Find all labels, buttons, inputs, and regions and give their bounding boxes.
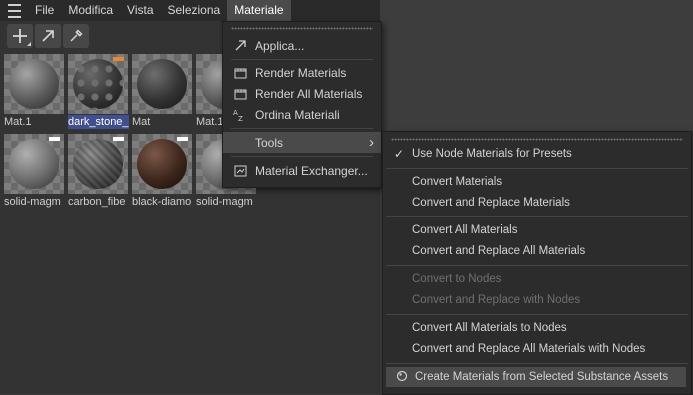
- menu-item-convert-replace-with-nodes: Convert and Replace with Nodes: [383, 290, 691, 310]
- menu-file[interactable]: File: [28, 0, 61, 21]
- material-toolbar: [7, 24, 89, 48]
- material-tile[interactable]: dark_stone_: [67, 53, 129, 131]
- material-status-flag: [113, 137, 124, 141]
- menu-seleziona[interactable]: Seleziona: [161, 0, 228, 21]
- menu-item-label: Convert and Replace All Materials: [412, 245, 586, 257]
- menu-materiale[interactable]: Materiale: [227, 0, 291, 21]
- material-thumbnail: [68, 54, 128, 114]
- material-label: dark_stone_: [68, 115, 129, 129]
- arrow-icon: [42, 30, 54, 42]
- substance-icon: [391, 370, 413, 385]
- material-label: solid-magm: [196, 196, 253, 208]
- menu-item-render-materials[interactable]: Render Materials: [223, 62, 381, 83]
- plus-icon: [13, 29, 27, 43]
- menu-grip[interactable]: [231, 27, 373, 30]
- material-thumbnail: [4, 54, 64, 114]
- menu-item-label: Convert and Replace with Nodes: [412, 294, 581, 306]
- menu-item-label: Convert and Replace Materials: [412, 197, 570, 209]
- menu-item-label: Convert Materials: [412, 176, 503, 188]
- material-status-flag: [49, 137, 60, 141]
- material-label: Mat: [132, 116, 151, 128]
- material-thumbnail: [68, 134, 128, 194]
- menu-item-label: Render Materials: [255, 65, 347, 80]
- menu-separator: [386, 265, 688, 266]
- material-status-flag: [177, 137, 188, 141]
- menu-item-label: Render All Materials: [255, 86, 363, 101]
- menu-vista[interactable]: Vista: [120, 0, 160, 21]
- sort-az-icon: AZ: [231, 108, 249, 121]
- material-thumbnail: [4, 134, 64, 194]
- svg-text:Z: Z: [238, 115, 243, 121]
- material-label: solid-magm: [4, 196, 61, 208]
- checkmark-icon: ✓: [393, 147, 405, 161]
- menu-item-label: Ordina Materiali: [255, 107, 340, 122]
- menu-item-convert-all-to-nodes[interactable]: Convert All Materials to Nodes: [383, 318, 691, 338]
- menubar: File Modifica Vista Seleziona Materiale: [0, 0, 380, 21]
- menu-item-label: Material Exchanger...: [255, 163, 368, 178]
- eyedropper-icon: [70, 29, 83, 42]
- render-all-icon: [231, 88, 249, 100]
- render-icon: [231, 67, 249, 79]
- menu-item-label: Convert to Nodes: [412, 273, 502, 285]
- material-tile[interactable]: black-diamo: [131, 133, 193, 211]
- eyedropper-button[interactable]: [63, 24, 89, 48]
- menu-item-convert-replace-materials[interactable]: Convert and Replace Materials: [383, 193, 691, 213]
- menu-separator: [231, 156, 373, 157]
- menu-item-label: Convert All Materials to Nodes: [412, 322, 567, 334]
- material-tile[interactable]: Mat.1: [3, 53, 65, 131]
- menu-item-material-exchanger[interactable]: Material Exchanger...: [223, 160, 381, 181]
- menu-item-label: Create Materials from Selected Substance…: [415, 371, 669, 383]
- menu-separator: [386, 314, 688, 315]
- menu-modifica[interactable]: Modifica: [61, 0, 120, 21]
- menu-item-label: Use Node Materials for Presets: [412, 148, 572, 160]
- menu-separator: [231, 59, 373, 60]
- menu-separator: [231, 128, 373, 129]
- tools-submenu: ✓ Use Node Materials for Presets Convert…: [382, 131, 692, 395]
- menu-item-applica[interactable]: Applica...: [223, 35, 381, 56]
- menu-separator: [386, 363, 688, 364]
- menu-item-tools[interactable]: Tools ›: [223, 132, 381, 153]
- material-status-flag: [113, 57, 124, 61]
- material-thumbnail: [132, 54, 192, 114]
- menu-item-use-node-materials[interactable]: ✓ Use Node Materials for Presets: [383, 144, 691, 164]
- menu-item-ordina-materiali[interactable]: AZ Ordina Materiali: [223, 104, 381, 125]
- menu-separator: [386, 168, 688, 169]
- menu-item-create-from-substance[interactable]: Create Materials from Selected Substance…: [386, 367, 686, 387]
- menu-item-label: Applica...: [255, 38, 305, 53]
- material-tile[interactable]: Mat: [131, 53, 193, 131]
- material-tile[interactable]: solid-magm: [3, 133, 65, 211]
- material-label: Mat.1: [4, 116, 32, 128]
- menu-item-convert-to-nodes: Convert to Nodes: [383, 269, 691, 289]
- menu-item-convert-replace-all-with-nodes[interactable]: Convert and Replace All Materials with N…: [383, 339, 691, 359]
- material-label: black-diamo: [132, 196, 192, 208]
- hamburger-menu-icon[interactable]: [0, 0, 28, 21]
- menu-item-render-all-materials[interactable]: Render All Materials: [223, 83, 381, 104]
- submenu-arrow-icon: ›: [369, 134, 374, 151]
- menu-item-label: Convert and Replace All Materials with N…: [412, 343, 646, 355]
- materiale-dropdown-menu: Applica... Render Materials Render All M…: [222, 21, 382, 188]
- menu-item-convert-replace-all-materials[interactable]: Convert and Replace All Materials: [383, 241, 691, 261]
- apply-material-button[interactable]: [35, 24, 61, 48]
- material-tile[interactable]: carbon_fibe: [67, 133, 129, 211]
- exchanger-icon: [231, 165, 249, 177]
- menu-separator: [386, 216, 688, 217]
- material-thumbnail: [132, 134, 192, 194]
- menu-item-convert-materials[interactable]: Convert Materials: [383, 172, 691, 192]
- menu-item-label: Convert All Materials: [412, 224, 518, 236]
- new-material-button[interactable]: [7, 24, 33, 48]
- material-label: carbon_fibe: [68, 196, 126, 208]
- menu-grip[interactable]: [391, 138, 683, 141]
- apply-arrow-icon: [231, 39, 249, 52]
- menu-item-label: Tools: [255, 135, 284, 150]
- menu-item-convert-all-materials[interactable]: Convert All Materials: [383, 220, 691, 240]
